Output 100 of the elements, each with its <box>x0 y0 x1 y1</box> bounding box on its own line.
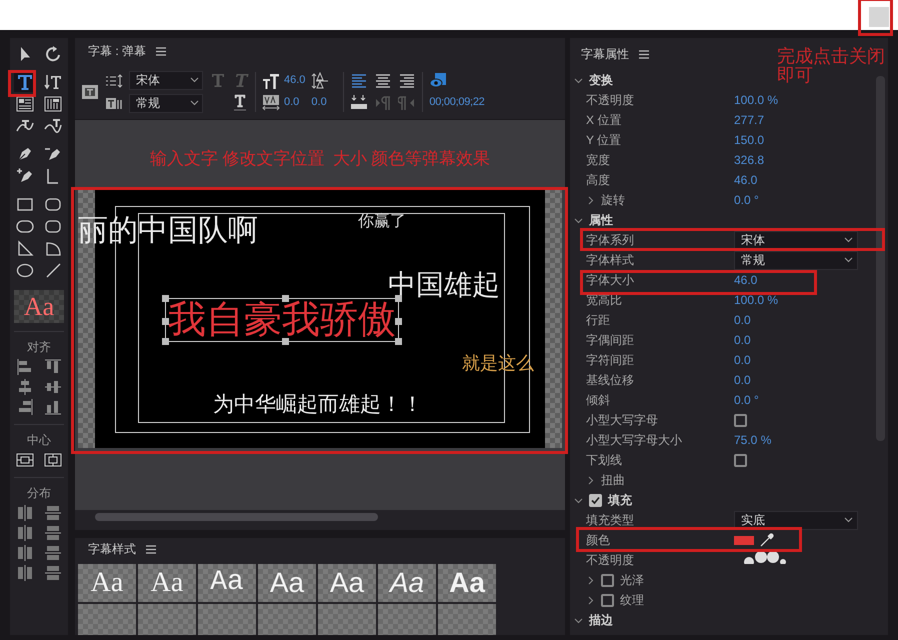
align-center-button[interactable] <box>374 72 392 90</box>
chevron-down-icon[interactable] <box>574 616 583 624</box>
style-swatch[interactable]: Aa <box>258 564 316 602</box>
distribute-icon <box>44 544 62 562</box>
style-swatch[interactable] <box>258 604 316 635</box>
checkbox[interactable] <box>589 494 602 506</box>
property-label: 小型大写字母 <box>586 412 658 429</box>
vertical-scrollbar[interactable] <box>876 76 885 441</box>
checkbox[interactable] <box>601 594 614 606</box>
chevron-down-icon <box>844 237 853 243</box>
property-label: 高度 <box>586 172 610 189</box>
layout-button[interactable] <box>43 504 63 522</box>
layout-button[interactable] <box>43 451 63 469</box>
eye-film-icon <box>429 72 448 90</box>
layout-button[interactable] <box>43 564 63 582</box>
property-value[interactable]: 100.0 % <box>734 291 778 309</box>
style-swatch[interactable] <box>438 604 496 635</box>
property-value[interactable]: 100.0 % <box>734 91 778 109</box>
caption-text[interactable]: 为中华崛起而雄起！！ <box>213 393 423 416</box>
leading-value[interactable]: 0.0 <box>311 94 330 111</box>
style-swatch[interactable] <box>378 604 436 635</box>
resize-handle[interactable] <box>162 318 169 325</box>
chevron-down-icon <box>844 517 853 523</box>
chevron-down-icon[interactable] <box>574 216 583 224</box>
chevron-down-icon[interactable] <box>574 496 583 504</box>
style-swatch[interactable]: Aa <box>318 564 376 602</box>
checkbox[interactable] <box>601 574 614 586</box>
scrollbar-thumb[interactable] <box>95 513 378 521</box>
layout-button[interactable] <box>15 524 35 542</box>
vertical-path-text-icon <box>44 117 62 135</box>
layout-button[interactable] <box>43 358 63 376</box>
layout-button[interactable] <box>43 378 63 396</box>
dropdown[interactable]: 实底 <box>734 510 858 530</box>
kerning-value[interactable]: 0.0 <box>284 94 300 111</box>
resize-handle[interactable] <box>162 295 169 302</box>
property-value[interactable]: 0.0 ° <box>734 191 759 209</box>
dropdown[interactable]: 宋体 <box>129 70 203 90</box>
property-label: 行距 <box>586 312 610 329</box>
tool-button[interactable] <box>42 72 64 92</box>
property-label: 宽高比 <box>586 292 622 309</box>
paragraph-icon <box>398 94 416 112</box>
tool-button[interactable] <box>42 94 64 114</box>
property-value[interactable]: 75.0 % <box>734 431 772 449</box>
chevron-right-icon[interactable] <box>586 576 595 584</box>
tool-button[interactable] <box>42 116 64 136</box>
checkbox[interactable] <box>734 454 747 466</box>
style-swatch[interactable] <box>198 604 256 635</box>
property-value[interactable]: 0.0 <box>734 351 751 369</box>
resize-handle[interactable] <box>395 318 402 325</box>
panel-title: 字幕 : 弹幕 <box>88 43 146 60</box>
layout-button[interactable] <box>15 544 35 562</box>
layout-button[interactable] <box>15 504 35 522</box>
dropdown[interactable]: 常规 <box>734 250 858 270</box>
chevron-right-icon[interactable] <box>586 596 595 604</box>
property-value[interactable]: 46.0 <box>734 271 758 289</box>
center-horizontal-icon <box>16 451 34 469</box>
dropdown[interactable]: 常规 <box>129 94 203 112</box>
tool-button[interactable] <box>14 94 36 114</box>
selected-text[interactable]: 我自豪我骄傲 <box>165 298 399 342</box>
property-value[interactable]: 0.0 <box>734 371 751 389</box>
property-value[interactable]: 326.8 <box>734 151 764 169</box>
layout-button[interactable] <box>43 398 63 416</box>
property-value[interactable]: 0.0 ° <box>734 391 759 409</box>
resize-handle[interactable] <box>395 338 402 345</box>
paragraph-icon <box>374 94 392 112</box>
resize-handle[interactable] <box>395 295 402 302</box>
layout-button[interactable] <box>15 564 35 582</box>
property-label: 不透明度 <box>586 552 634 569</box>
layout-button[interactable] <box>15 451 35 469</box>
align-left-button[interactable] <box>350 72 368 90</box>
style-swatch[interactable] <box>318 604 376 635</box>
style-swatch[interactable]: Aa <box>438 564 496 602</box>
property-value[interactable]: 0.0 <box>734 331 751 349</box>
style-swatch[interactable]: Aa <box>138 564 196 602</box>
property-label: 字体大小 <box>586 272 634 289</box>
property-value[interactable]: 0.0 <box>734 311 751 329</box>
style-swatch[interactable] <box>78 604 136 635</box>
layout-button[interactable] <box>43 544 63 562</box>
align-right-button[interactable] <box>398 72 416 90</box>
font-size-value[interactable]: 46.0 <box>284 72 306 89</box>
chevron-down-icon[interactable] <box>574 76 583 84</box>
color-swatch[interactable] <box>734 536 754 544</box>
style-swatch[interactable]: Aa <box>198 564 256 602</box>
property-label: Y 位置 <box>586 132 622 149</box>
layout-button[interactable] <box>43 524 63 542</box>
resize-handle[interactable] <box>162 338 169 345</box>
resize-handle[interactable] <box>282 295 289 302</box>
ellipse-icon <box>16 261 34 279</box>
property-value[interactable]: 46.0 <box>734 171 758 189</box>
caption-text[interactable]: 中国雄起 <box>388 270 500 301</box>
style-swatch[interactable] <box>138 604 196 635</box>
resize-handle[interactable] <box>282 338 289 345</box>
property-value[interactable]: 277.7 <box>734 111 764 129</box>
caption-text[interactable]: 你赢了 <box>358 212 406 230</box>
property-value[interactable]: 150.0 <box>734 131 764 149</box>
chevron-right-icon[interactable] <box>586 196 595 204</box>
checkbox[interactable] <box>734 414 747 426</box>
style-swatch[interactable]: Aa <box>78 564 136 602</box>
style-swatch[interactable]: Aa <box>378 564 436 602</box>
chevron-right-icon[interactable] <box>586 476 595 484</box>
